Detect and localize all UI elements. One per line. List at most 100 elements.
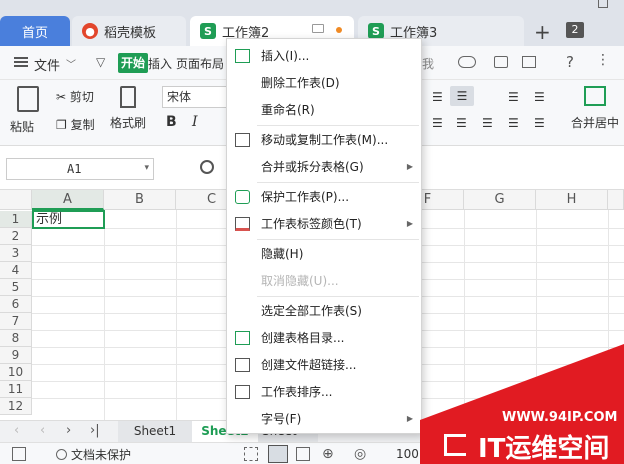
row-header-10[interactable]: 10 xyxy=(0,364,32,381)
export-icon[interactable] xyxy=(522,56,536,68)
menu-item-font-size[interactable]: 字号(F) ▶ xyxy=(227,406,421,432)
menu-item-hide-label: 隐藏(H) xyxy=(261,247,304,261)
sheet1-label: Sheet1 xyxy=(133,424,177,438)
last-sheet-icon[interactable]: ›| xyxy=(90,423,100,438)
col-header-b[interactable]: B xyxy=(104,190,176,210)
align-left-icon[interactable]: ☰ xyxy=(432,116,443,130)
sheet-context-menu: 插入(I)... 删除工作表(D) 重命名(R) 移动或复制工作表(M)... … xyxy=(226,38,422,434)
row-header-2[interactable]: 2 xyxy=(0,228,32,245)
spreadsheet-icon: S xyxy=(368,23,384,39)
row-header-3[interactable]: 3 xyxy=(0,245,32,262)
window-restore-icon[interactable] xyxy=(598,0,608,8)
row-header-5[interactable]: 5 xyxy=(0,279,32,296)
hamburger-icon[interactable] xyxy=(14,57,28,67)
help-icon[interactable]: ? xyxy=(566,53,574,71)
page-layout-icon[interactable] xyxy=(296,447,310,461)
menu-item-create-links[interactable]: 创建文件超链接... xyxy=(227,352,421,378)
menu-item-rename[interactable]: 重命名(R) xyxy=(227,97,421,123)
cell-a1[interactable]: 示例 xyxy=(32,210,105,229)
tab-color-icon xyxy=(235,217,250,231)
row-header-4[interactable]: 4 xyxy=(0,262,32,279)
align-right-icon[interactable]: ☰ xyxy=(482,116,493,130)
col-header-extra[interactable] xyxy=(608,190,624,210)
scissors-icon: ✂ xyxy=(56,90,67,104)
layers-icon[interactable] xyxy=(12,447,26,461)
name-box[interactable]: A1 ▾ xyxy=(6,158,154,180)
italic-button[interactable]: I xyxy=(192,114,198,130)
cloud-icon[interactable] xyxy=(458,56,476,68)
menu-item-create-toc[interactable]: 创建表格目录... xyxy=(227,325,421,351)
font-family-select[interactable]: 宋体 xyxy=(162,86,228,108)
page-break-icon[interactable]: ⊕ xyxy=(322,446,334,462)
menu-item-create-links-label: 创建文件超链接... xyxy=(261,358,357,372)
menu-item-create-toc-label: 创建表格目录... xyxy=(261,331,345,345)
distribute-icon[interactable]: ☰ xyxy=(534,116,545,130)
align-center-icon[interactable]: ☰ xyxy=(456,116,467,130)
merge-cells-icon xyxy=(584,86,606,106)
menu-item-sort-sheets[interactable]: 工作表排序... xyxy=(227,379,421,405)
insert-table-icon xyxy=(235,49,250,63)
col-header-h[interactable]: H xyxy=(536,190,608,210)
table-of-contents-icon xyxy=(235,331,250,345)
menu-item-protect[interactable]: 保护工作表(P)... xyxy=(227,184,421,210)
menu-item-delete[interactable]: 删除工作表(D) xyxy=(227,70,421,96)
row-header-6[interactable]: 6 xyxy=(0,296,32,313)
row-header-9[interactable]: 9 xyxy=(0,347,32,364)
align-top-icon[interactable]: ☰ xyxy=(432,90,443,104)
normal-view-icon[interactable] xyxy=(268,445,288,463)
menu-item-tab-color-label: 工作表标签颜色(T) xyxy=(261,217,362,231)
grid-line xyxy=(104,210,105,420)
col-header-g[interactable]: G xyxy=(464,190,536,210)
menu-item-merge-split-label: 合并或拆分表格(G) xyxy=(261,160,364,174)
sheet-tab-sheet1[interactable]: Sheet1 xyxy=(118,421,192,442)
menu-item-hide[interactable]: 隐藏(H) xyxy=(227,241,421,267)
justify-icon[interactable]: ☰ xyxy=(508,116,519,130)
format-painter-button[interactable]: 格式刷 xyxy=(108,86,148,142)
first-sheet-icon[interactable]: ‹ xyxy=(14,423,19,438)
menu-separator xyxy=(257,239,419,240)
outdent-icon[interactable]: ☰ xyxy=(534,90,545,104)
file-menu[interactable]: 文件 xyxy=(34,55,60,74)
filter-icon[interactable]: ▽ xyxy=(96,55,105,69)
tab-count-badge[interactable]: 2 xyxy=(566,22,584,38)
cut-button[interactable]: ✂ 剪切 xyxy=(56,88,94,105)
col-header-a[interactable]: A xyxy=(32,190,104,210)
bold-button[interactable]: B xyxy=(166,114,177,130)
submenu-arrow-icon: ▶ xyxy=(406,219,413,228)
tab-insert[interactable]: 插入 xyxy=(148,55,172,72)
tab-partial[interactable]: 我 xyxy=(422,55,434,72)
copy-button[interactable]: ❐ 复制 xyxy=(56,116,95,133)
row-header-12[interactable]: 12 xyxy=(0,398,32,415)
fullscreen-icon[interactable] xyxy=(244,447,258,461)
row-header-11[interactable]: 11 xyxy=(0,381,32,398)
tab-template[interactable]: ● 稻壳模板 xyxy=(72,16,186,46)
menu-item-merge-split[interactable]: 合并或拆分表格(G) ▶ xyxy=(227,154,421,180)
protect-status[interactable]: 文档未保护 xyxy=(56,446,131,463)
zoom-search-icon[interactable] xyxy=(200,160,214,174)
cell-a1-value: 示例 xyxy=(36,212,63,227)
clipboard-icon xyxy=(17,86,39,112)
zoom-level[interactable]: 100 xyxy=(396,447,419,461)
eye-protect-icon[interactable]: ◎ xyxy=(354,446,366,462)
new-tab-button[interactable]: + xyxy=(534,20,551,44)
menu-item-tab-color[interactable]: 工作表标签颜色(T) ▶ xyxy=(227,211,421,237)
next-sheet-icon[interactable]: › xyxy=(66,423,71,438)
row-header-1[interactable]: 1 xyxy=(0,211,32,228)
menu-item-insert[interactable]: 插入(I)... xyxy=(227,43,421,69)
menu-item-select-all[interactable]: 选定全部工作表(S) xyxy=(227,298,421,324)
row-header-7[interactable]: 7 xyxy=(0,313,32,330)
tab-start[interactable]: 开始 xyxy=(118,53,149,73)
watermark-logo: WWW.94IP.COM IT运维空间 xyxy=(420,344,624,464)
tab-home[interactable]: 首页 xyxy=(0,16,70,46)
paste-button[interactable]: 粘贴 xyxy=(10,86,46,142)
more-icon[interactable]: ⋮ xyxy=(596,52,610,68)
share-icon[interactable] xyxy=(494,56,508,68)
tab-page-layout[interactable]: 页面布局 xyxy=(176,55,224,72)
merge-center-button[interactable]: 合并居中 xyxy=(566,86,624,142)
align-middle-icon[interactable]: ☰ xyxy=(450,86,474,106)
menu-item-move-copy[interactable]: 移动或复制工作表(M)... xyxy=(227,127,421,153)
indent-icon[interactable]: ☰ xyxy=(508,90,519,104)
prev-sheet-icon[interactable]: ‹ xyxy=(40,423,45,438)
row-header-8[interactable]: 8 xyxy=(0,330,32,347)
select-all-corner[interactable] xyxy=(0,190,32,210)
